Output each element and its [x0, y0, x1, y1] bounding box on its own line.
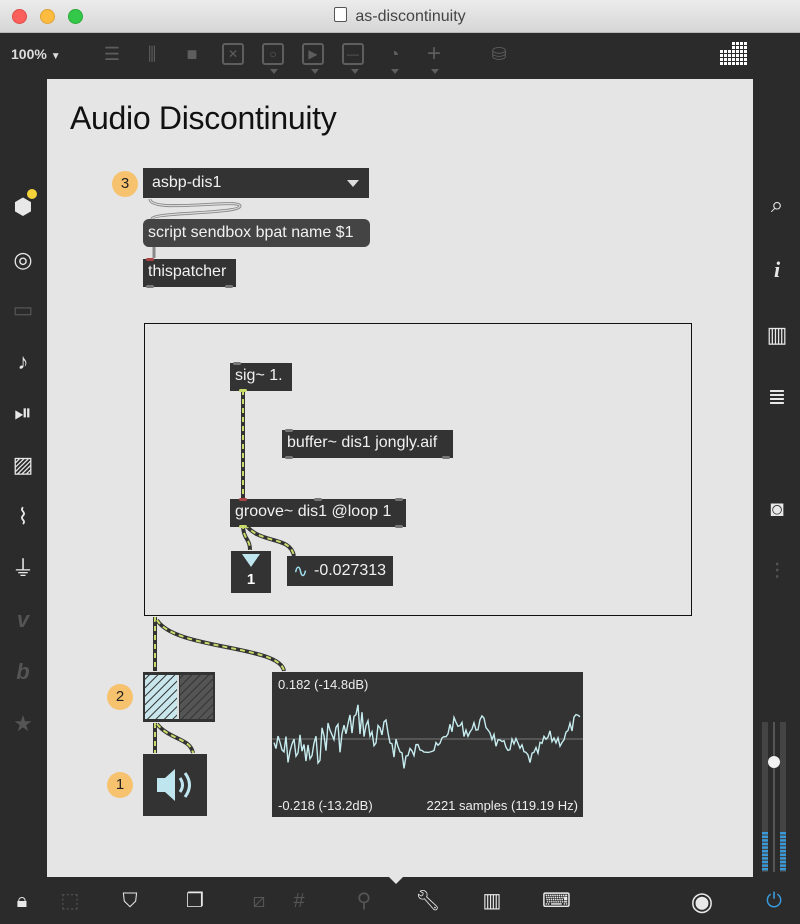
meter-segment: [762, 832, 768, 835]
cord-subpatch-to-scope: [155, 618, 286, 672]
add-attachment-icon[interactable]: ⚲: [350, 888, 378, 914]
piano-keyboard-icon[interactable]: ▥: [478, 888, 506, 914]
presentation-icon[interactable]: ⛉: [116, 888, 144, 914]
groove-text: groove~ dis1 @loop 1: [235, 503, 392, 520]
gain-slider-graphic: [145, 675, 213, 719]
thispatcher-text: thispatcher: [148, 263, 227, 280]
sig-text: sig~ 1.: [235, 367, 283, 384]
sig-object[interactable]: sig~ 1.: [230, 362, 292, 392]
level-meter-graphic: [762, 722, 786, 872]
outlet[interactable]: [395, 525, 403, 528]
meter-segment: [762, 857, 768, 860]
select-arrow-icon[interactable]: ⬚: [56, 888, 84, 914]
meter-segment: [780, 860, 786, 864]
step-badge-2: 2: [107, 684, 133, 710]
outlet[interactable]: [442, 456, 450, 459]
output-level-meter[interactable]: [760, 722, 788, 872]
gain-slider[interactable]: [143, 672, 215, 722]
power-icon[interactable]: ⏻: [760, 888, 788, 914]
cord-gain-to-dac-right: [155, 722, 195, 754]
windows-icon[interactable]: ❐: [181, 888, 209, 914]
waveform-line: [273, 704, 581, 769]
meter-segment: [762, 868, 768, 871]
outlet[interactable]: [239, 389, 247, 392]
meter-segment: [780, 857, 786, 860]
meter-segment: [762, 864, 768, 867]
number-value: 1: [246, 571, 256, 588]
meter-segment: [762, 835, 768, 838]
thispatcher-object[interactable]: thispatcher: [143, 258, 236, 288]
step-badge-1: 1: [107, 772, 133, 798]
meter-segment: [780, 853, 786, 856]
meter-segment: [780, 846, 786, 849]
meter-segment: [762, 842, 768, 846]
inlet[interactable]: [314, 498, 322, 501]
hide-cords-icon[interactable]: ⧄: [245, 888, 273, 914]
inlet[interactable]: [239, 498, 247, 501]
level-slider-knob: [768, 756, 780, 768]
outlet[interactable]: [285, 456, 293, 459]
umenu-dropdown[interactable]: asbp-dis1: [143, 168, 369, 198]
outlet[interactable]: [146, 285, 154, 288]
signal-number-value: -0.027313: [314, 562, 387, 579]
lock-icon[interactable]: 🔒︎: [8, 888, 36, 914]
wave-icon: ∿: [293, 561, 309, 581]
buffer-object[interactable]: buffer~ dis1 jongly.aif: [282, 429, 453, 459]
signal-number-box[interactable]: ∿ -0.027313: [287, 556, 393, 586]
number-box[interactable]: 1: [231, 551, 271, 593]
canvas-resize-notch: [388, 876, 404, 884]
script-message-box[interactable]: script sendbox bpat name $1: [143, 219, 370, 247]
buffer-text: buffer~ dis1 jongly.aif: [287, 434, 438, 451]
bottom-toolbar: 🔒︎ ⬚ ⛉ ❐ ⧄ # ⚲ 🔧︎ ▥ ⌨ ◉ ⏻: [0, 878, 800, 924]
grid-icon[interactable]: #: [285, 888, 313, 914]
meter-segment: [780, 850, 786, 853]
umenu-value: asbp-dis1: [152, 174, 222, 191]
triangle-indicator-icon: [242, 554, 260, 567]
script-message-text: script sendbox bpat name $1: [148, 224, 354, 241]
meter-segment: [780, 842, 786, 846]
meter-segment: [762, 860, 768, 864]
inlet[interactable]: [395, 498, 403, 501]
meter-segment: [780, 832, 786, 835]
step-badge-3: 3: [112, 171, 138, 197]
dsp-play-icon[interactable]: ◉: [688, 888, 716, 914]
meter-segment: [780, 835, 786, 838]
groove-object[interactable]: groove~ dis1 @loop 1: [230, 498, 406, 528]
outlet[interactable]: [225, 285, 233, 288]
speaker-icon: [157, 769, 191, 801]
computer-keyboard-icon[interactable]: ⌨: [542, 888, 571, 914]
scope-waveform: [272, 704, 583, 769]
inlet[interactable]: [233, 362, 241, 365]
meter-segment: [780, 839, 786, 842]
meter-segment: [780, 868, 786, 871]
chevron-down-icon: [347, 180, 359, 187]
outlet[interactable]: [239, 525, 247, 528]
meter-segment: [762, 839, 768, 842]
meter-segment: [762, 850, 768, 853]
bpatcher-frame[interactable]: [144, 323, 692, 616]
inlet[interactable]: [146, 258, 154, 261]
meter-segment: [762, 853, 768, 856]
meter-segment: [780, 864, 786, 867]
waveform-scope[interactable]: 0.182 (-14.8dB) -0.218 (-13.2dB) 2221 sa…: [272, 672, 583, 817]
audio-output-button[interactable]: [143, 754, 207, 816]
wrench-icon[interactable]: 🔧︎: [414, 888, 442, 914]
inlet[interactable]: [285, 429, 293, 432]
meter-segment: [762, 846, 768, 849]
